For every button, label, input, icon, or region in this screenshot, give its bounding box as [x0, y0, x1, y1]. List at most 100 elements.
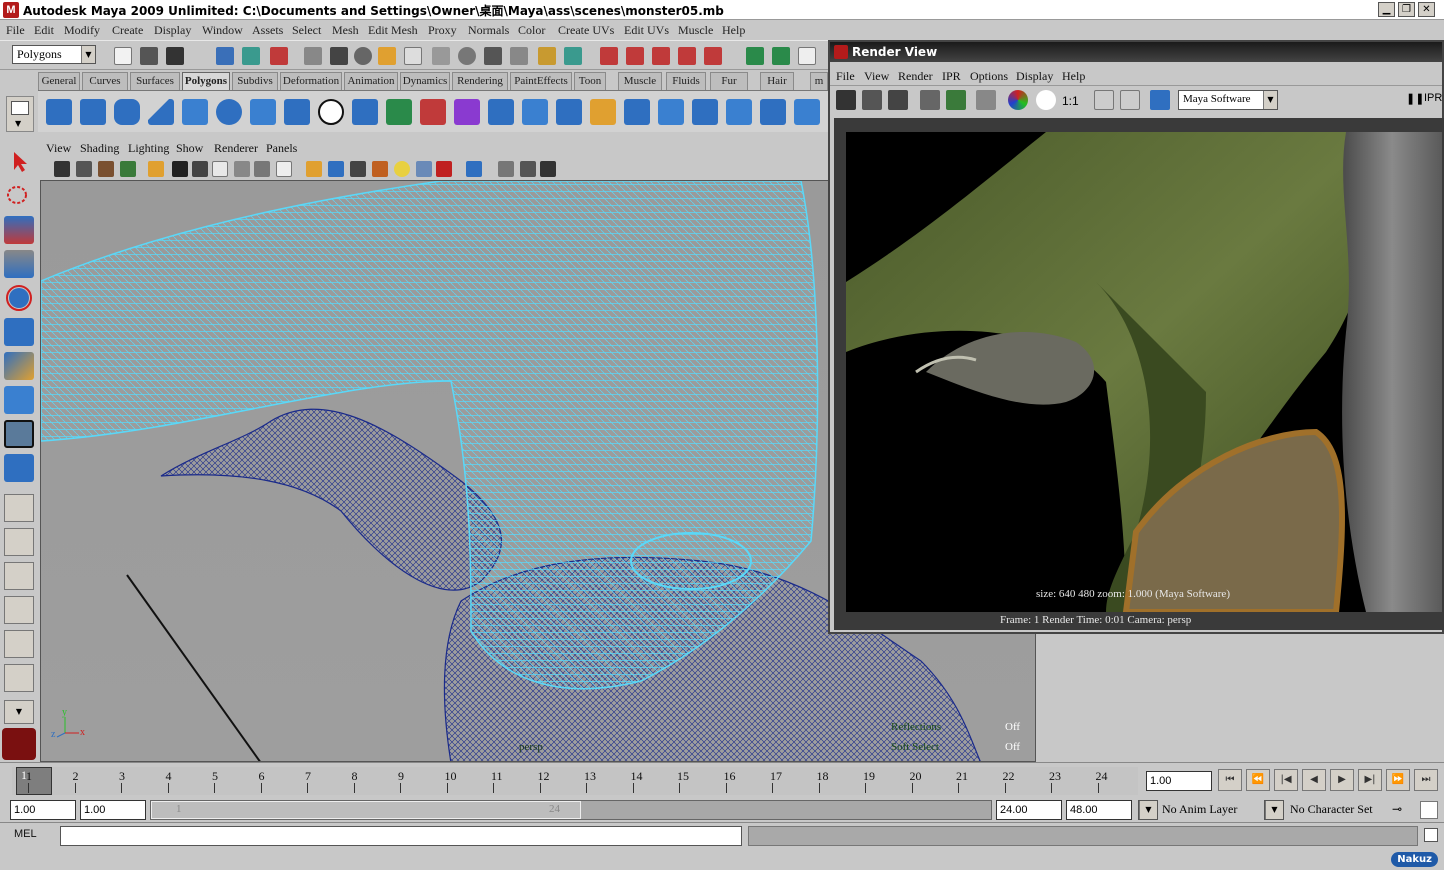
menu-edit-mesh[interactable]: Edit Mesh [368, 23, 418, 38]
lights-icon[interactable] [394, 161, 410, 177]
highlight-selection-icon[interactable] [564, 47, 582, 65]
offset-edge-loop-icon[interactable] [658, 99, 684, 125]
output-history-icon[interactable] [772, 47, 790, 65]
select-camera-icon[interactable] [54, 161, 70, 177]
menu-file[interactable]: File [6, 23, 25, 38]
textured-icon[interactable] [372, 161, 388, 177]
tab-fluids[interactable]: Fluids [666, 72, 706, 90]
chevron-down-icon[interactable]: ▼ [4, 700, 34, 724]
maya-app-icon[interactable]: M [3, 2, 19, 18]
range-start-field[interactable] [80, 800, 146, 820]
rv-menu-file[interactable]: File [836, 69, 855, 84]
ipr-render-icon[interactable] [920, 90, 940, 110]
poly-soccer-ball-icon[interactable] [318, 99, 344, 125]
keep-image-icon[interactable] [1094, 90, 1114, 110]
persp-outliner-layout-icon[interactable] [4, 562, 34, 590]
four-view-layout-icon[interactable] [4, 528, 34, 556]
camera-attributes-icon[interactable] [76, 161, 92, 177]
safe-title-icon[interactable] [276, 161, 292, 177]
refresh-ipr-icon[interactable] [946, 90, 966, 110]
mask-surface-icon[interactable] [404, 47, 422, 65]
mask-rendering-icon[interactable] [484, 47, 502, 65]
menu-create[interactable]: Create [112, 23, 143, 38]
append-polygon-icon[interactable] [556, 99, 582, 125]
xray-icon[interactable] [498, 161, 514, 177]
hud-toggle-icon[interactable] [540, 161, 556, 177]
merge-icon[interactable] [692, 99, 718, 125]
close-button[interactable]: ✕ [1418, 2, 1435, 17]
panel-menu-view[interactable]: View [46, 141, 71, 156]
hypershade-layout-icon[interactable] [4, 630, 34, 658]
render-view-title-bar[interactable]: Render View [830, 42, 1442, 62]
animation-preferences-icon[interactable] [1420, 801, 1438, 819]
render-view-canvas[interactable]: size: 640 480 zoom: 1.000 (Maya Software… [834, 118, 1444, 630]
restore-button[interactable]: ❐ [1398, 2, 1415, 17]
tab-fur[interactable]: Fur [710, 72, 748, 90]
isolate-select-icon[interactable] [466, 161, 482, 177]
last-tool-used-icon[interactable] [4, 454, 34, 482]
show-manipulator-tool-icon[interactable] [4, 420, 34, 448]
tab-dynamics[interactable]: Dynamics [400, 72, 450, 90]
field-chart-icon[interactable] [234, 161, 250, 177]
universal-manipulator-icon[interactable] [4, 352, 34, 380]
select-component-icon[interactable] [270, 47, 288, 65]
character-set-menu-button[interactable]: ▼ [1264, 800, 1284, 820]
cylindrical-map-icon[interactable] [794, 99, 820, 125]
rv-menu-display[interactable]: Display [1016, 69, 1053, 84]
snap-view-plane-icon[interactable] [678, 47, 696, 65]
pick-mask-icon[interactable] [304, 47, 322, 65]
tab-rendering[interactable]: Rendering [452, 72, 508, 90]
soft-modification-tool-icon[interactable] [4, 386, 34, 414]
play-forwards-button[interactable]: ▶ [1330, 769, 1354, 791]
range-end-field[interactable] [996, 800, 1062, 820]
menu-set-dropdown[interactable]: Polygons ▼ [12, 45, 96, 64]
separate-icon[interactable] [386, 99, 412, 125]
tab-painteffects[interactable]: PaintEffects [510, 72, 572, 90]
make-live-icon[interactable] [704, 47, 722, 65]
safe-action-icon[interactable] [254, 161, 270, 177]
mask-handle-icon[interactable] [330, 47, 348, 65]
anim-layer-label[interactable]: No Anim Layer [1162, 802, 1237, 817]
input-history-icon[interactable] [746, 47, 764, 65]
character-set-label[interactable]: No Character Set [1290, 802, 1373, 817]
mask-dynamics-icon[interactable] [458, 47, 476, 65]
pause-ipr-icon[interactable]: ❚❚ [1406, 92, 1424, 105]
current-frame-marker[interactable]: 1 [16, 767, 52, 795]
boolean-icon[interactable] [420, 99, 446, 125]
insert-edge-loop-icon[interactable] [624, 99, 650, 125]
persp-graph-layout-icon[interactable] [4, 596, 34, 624]
menu-mesh[interactable]: Mesh [332, 23, 359, 38]
tab-hair[interactable]: Hair [760, 72, 794, 90]
bevel-icon[interactable] [726, 99, 752, 125]
time-ruler[interactable]: 1 1 2 3 4 5 6 7 8 9 10 11 12 13 14 15 16 17 18 19 20 21 22 23 2… [12, 767, 1138, 795]
poly-cone-icon[interactable] [148, 99, 174, 125]
menu-modify[interactable]: Modify [64, 23, 100, 38]
mask-joint-icon[interactable] [354, 47, 372, 65]
rv-menu-ipr[interactable]: IPR [942, 69, 961, 84]
combine-icon[interactable] [352, 99, 378, 125]
menu-edit-uvs[interactable]: Edit UVs [624, 23, 669, 38]
step-forward-frame-button[interactable]: ⏩ [1386, 769, 1410, 791]
save-scene-icon[interactable] [166, 47, 184, 65]
tab-animation[interactable]: Animation [344, 72, 398, 90]
real-size-button[interactable]: 1:1 [1062, 94, 1079, 108]
planar-map-icon[interactable] [760, 99, 786, 125]
lock-selection-icon[interactable] [538, 47, 556, 65]
poly-sphere-icon[interactable] [46, 99, 72, 125]
menu-muscle[interactable]: Muscle [678, 23, 713, 38]
go-to-end-button[interactable]: ⏭ [1414, 769, 1438, 791]
rv-menu-render[interactable]: Render [898, 69, 933, 84]
panel-menu-show[interactable]: Show [176, 141, 203, 156]
poly-plane-icon[interactable] [182, 99, 208, 125]
move-tool-icon[interactable] [4, 250, 34, 278]
range-slider-handle[interactable]: 1 24 [151, 801, 581, 819]
step-back-key-button[interactable]: |◀ [1274, 769, 1298, 791]
menu-display[interactable]: Display [154, 23, 191, 38]
smooth-icon[interactable] [454, 99, 480, 125]
script-editor-icon[interactable] [1424, 828, 1438, 842]
tab-more[interactable]: m [810, 72, 828, 90]
snap-grid-icon[interactable] [600, 47, 618, 65]
menu-window[interactable]: Window [202, 23, 243, 38]
render-current-frame-icon[interactable] [798, 47, 816, 65]
rv-menu-view[interactable]: View [864, 69, 889, 84]
